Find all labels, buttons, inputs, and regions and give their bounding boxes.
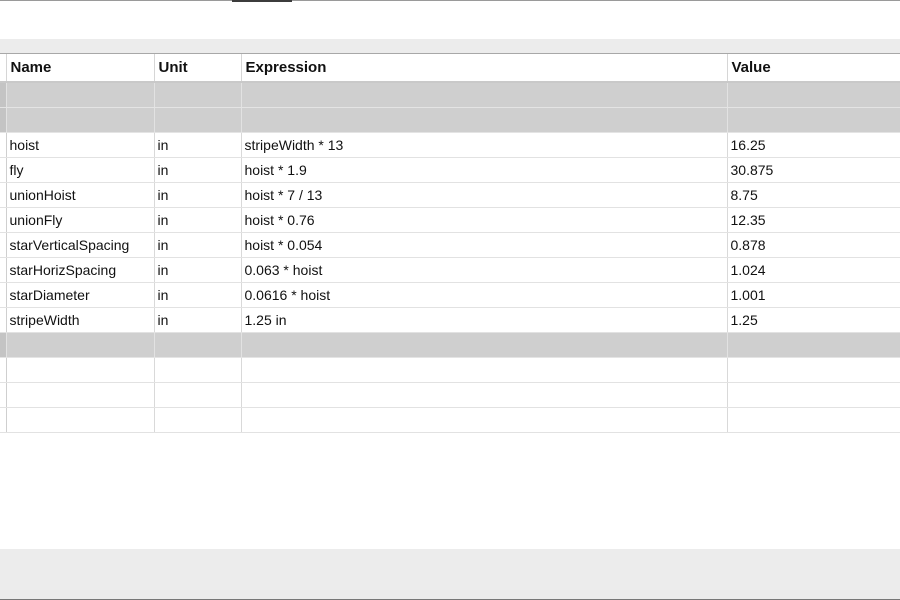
table-cell[interactable] bbox=[6, 107, 155, 133]
cell-name[interactable]: fly bbox=[6, 157, 155, 183]
cell-value: 30.875 bbox=[727, 157, 900, 183]
cell-value: 1.001 bbox=[727, 282, 900, 308]
table-cell[interactable] bbox=[154, 382, 242, 408]
table-cell[interactable] bbox=[727, 332, 900, 358]
empty-table-row[interactable] bbox=[0, 382, 900, 408]
cell-expression[interactable]: hoist * 0.054 bbox=[241, 232, 728, 258]
cell-name[interactable]: starDiameter bbox=[6, 282, 155, 308]
cell-expression[interactable]: hoist * 7 / 13 bbox=[241, 182, 728, 208]
top-divider bbox=[0, 0, 900, 1]
cell-unit[interactable]: in bbox=[154, 157, 242, 183]
cell-unit[interactable]: in bbox=[154, 232, 242, 258]
table-cell[interactable] bbox=[727, 82, 900, 108]
table-cell[interactable] bbox=[6, 407, 155, 433]
table-cell[interactable] bbox=[727, 357, 900, 383]
cell-unit[interactable]: in bbox=[154, 282, 242, 308]
cell-unit[interactable]: in bbox=[154, 207, 242, 233]
table-header-row: Name Unit Expression Value bbox=[0, 54, 900, 83]
cell-value: 12.35 bbox=[727, 207, 900, 233]
cell-name[interactable]: hoist bbox=[6, 132, 155, 158]
table-cell[interactable] bbox=[241, 107, 728, 133]
table-cell[interactable] bbox=[6, 332, 155, 358]
cell-value: 1.024 bbox=[727, 257, 900, 283]
table-row[interactable]: starVerticalSpacing in hoist * 0.054 0.8… bbox=[0, 232, 900, 258]
table-cell[interactable] bbox=[6, 382, 155, 408]
cell-name[interactable]: unionFly bbox=[6, 207, 155, 233]
table-row[interactable]: starDiameter in 0.0616 * hoist 1.001 bbox=[0, 282, 900, 308]
parameters-table-container[interactable]: Name Unit Expression Value hoist in stri… bbox=[0, 53, 900, 550]
table-cell[interactable] bbox=[154, 332, 242, 358]
table-cell[interactable] bbox=[241, 82, 728, 108]
cell-value: 16.25 bbox=[727, 132, 900, 158]
column-header-expression[interactable]: Expression bbox=[241, 54, 728, 83]
column-header-name[interactable]: Name bbox=[6, 54, 155, 83]
panel-band-bottom bbox=[0, 549, 900, 599]
group-row[interactable] bbox=[0, 107, 900, 133]
cell-unit[interactable]: in bbox=[154, 257, 242, 283]
group-row[interactable] bbox=[0, 332, 900, 358]
cell-unit[interactable]: in bbox=[154, 182, 242, 208]
active-tab-indicator bbox=[232, 0, 292, 2]
table-row[interactable]: starHorizSpacing in 0.063 * hoist 1.024 bbox=[0, 257, 900, 283]
cell-unit[interactable]: in bbox=[154, 307, 242, 333]
table-cell[interactable] bbox=[241, 407, 728, 433]
cell-expression[interactable]: hoist * 1.9 bbox=[241, 157, 728, 183]
cell-unit[interactable]: in bbox=[154, 132, 242, 158]
cell-name[interactable]: unionHoist bbox=[6, 182, 155, 208]
column-header-unit[interactable]: Unit bbox=[154, 54, 242, 83]
table-cell[interactable] bbox=[241, 382, 728, 408]
table-cell[interactable] bbox=[727, 407, 900, 433]
table-cell[interactable] bbox=[241, 357, 728, 383]
empty-table-row[interactable] bbox=[0, 407, 900, 433]
group-row[interactable] bbox=[0, 82, 900, 108]
table-row[interactable]: unionFly in hoist * 0.76 12.35 bbox=[0, 207, 900, 233]
cell-name[interactable]: starHorizSpacing bbox=[6, 257, 155, 283]
toolbar-area bbox=[0, 0, 900, 39]
table-cell[interactable] bbox=[241, 332, 728, 358]
cell-name[interactable]: starVerticalSpacing bbox=[6, 232, 155, 258]
cell-expression[interactable]: 0.0616 * hoist bbox=[241, 282, 728, 308]
column-header-value[interactable]: Value bbox=[727, 54, 900, 83]
table-cell[interactable] bbox=[154, 107, 242, 133]
panel-band-top bbox=[0, 39, 900, 53]
cell-name[interactable]: stripeWidth bbox=[6, 307, 155, 333]
cell-expression[interactable]: 1.25 in bbox=[241, 307, 728, 333]
cell-value: 8.75 bbox=[727, 182, 900, 208]
table-row[interactable]: hoist in stripeWidth * 13 16.25 bbox=[0, 132, 900, 158]
table-cell[interactable] bbox=[6, 357, 155, 383]
table-row[interactable]: unionHoist in hoist * 7 / 13 8.75 bbox=[0, 182, 900, 208]
cell-value: 1.25 bbox=[727, 307, 900, 333]
parameters-table: Name Unit Expression Value hoist in stri… bbox=[0, 54, 900, 433]
table-cell[interactable] bbox=[154, 82, 242, 108]
cell-expression[interactable]: 0.063 * hoist bbox=[241, 257, 728, 283]
empty-table-row[interactable] bbox=[0, 357, 900, 383]
table-row[interactable]: stripeWidth in 1.25 in 1.25 bbox=[0, 307, 900, 333]
cell-expression[interactable]: hoist * 0.76 bbox=[241, 207, 728, 233]
table-cell[interactable] bbox=[727, 382, 900, 408]
cell-expression[interactable]: stripeWidth * 13 bbox=[241, 132, 728, 158]
table-cell[interactable] bbox=[154, 407, 242, 433]
cell-value: 0.878 bbox=[727, 232, 900, 258]
table-cell[interactable] bbox=[6, 82, 155, 108]
table-cell[interactable] bbox=[154, 357, 242, 383]
table-cell[interactable] bbox=[727, 107, 900, 133]
table-row[interactable]: fly in hoist * 1.9 30.875 bbox=[0, 157, 900, 183]
